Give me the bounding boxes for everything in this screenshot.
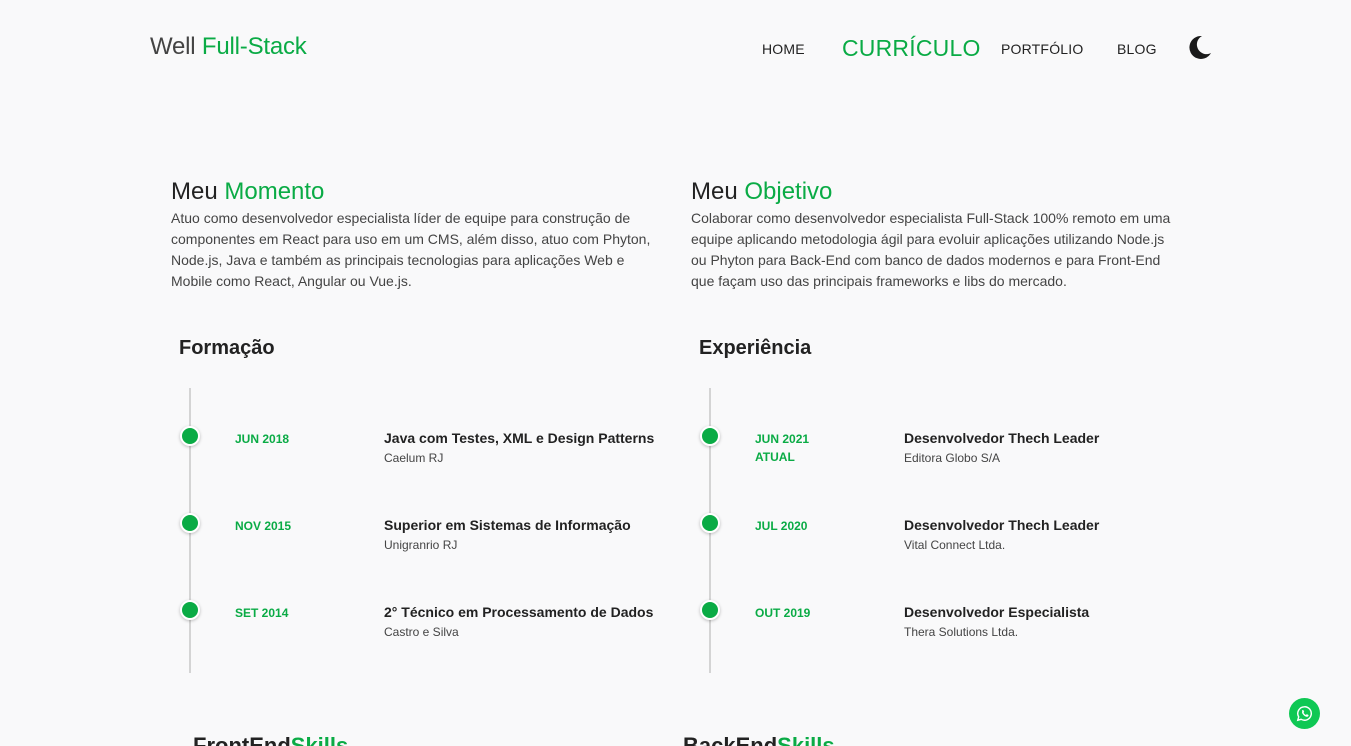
experience-role: Desenvolvedor Thech Leader <box>904 430 1100 446</box>
whatsapp-button[interactable] <box>1289 698 1320 729</box>
timeline-dot <box>700 426 720 446</box>
experience-item: JUL 2020 Desenvolvedor Thech Leader Vita… <box>691 475 1161 552</box>
experience-company: Thera Solutions Ltda. <box>904 625 1019 639</box>
frontend-skills-title: FrontEndSkills <box>193 733 348 746</box>
experience-role: Desenvolvedor Especialista <box>904 604 1090 620</box>
education-item: NOV 2015 Superior em Sistemas de Informa… <box>171 475 641 552</box>
education-title-text: Java com Testes, XML e Design Patterns <box>384 430 655 446</box>
education-title-text: Superior em Sistemas de Informação <box>384 517 631 533</box>
education-title-text: 2° Técnico em Processamento de Dados <box>384 604 654 620</box>
nav-portfolio[interactable]: PORTFÓLIO <box>1001 41 1083 57</box>
timeline-dot <box>180 600 200 620</box>
education-item: JUN 2018 Java com Testes, XML e Design P… <box>171 388 654 465</box>
education-date: JUN 2018 <box>235 432 290 446</box>
experience-date: JUN 2021 ATUAL <box>755 432 810 464</box>
objective-title: Meu Objetivo <box>691 178 1171 206</box>
experience-title: Experiência <box>699 337 812 359</box>
moment-title-prefix: Meu <box>171 178 218 205</box>
nav-curriculo[interactable]: CURRÍCULO <box>842 35 981 62</box>
experience-item: JUN 2021 ATUAL Desenvolvedor Thech Leader… <box>691 388 1161 465</box>
brand-prefix: Well <box>150 33 196 60</box>
objective-text: Colaborar como desenvolvedor especialist… <box>691 210 1171 289</box>
education-date: SET 2014 <box>235 606 289 620</box>
experience-item: OUT 2019 Desenvolvedor Especialista Ther… <box>691 562 1161 639</box>
objective-title-prefix: Meu <box>691 178 738 205</box>
education-title: Formação <box>179 337 275 359</box>
experience-date: JUL 2020 <box>755 519 808 533</box>
nav-home[interactable]: HOME <box>762 41 805 57</box>
experience-role: Desenvolvedor Thech Leader <box>904 517 1100 533</box>
education-timeline: JUN 2018 Java com Testes, XML e Design P… <box>171 388 654 673</box>
education-institution: Unigranrio RJ <box>384 538 458 552</box>
header: Well Full-Stack HOME CURRÍCULO PORTFÓLIO… <box>0 0 1351 96</box>
experience-timeline: JUN 2021 ATUAL Desenvolvedor Thech Leader… <box>691 388 1161 673</box>
moment-title-accent: Momento <box>224 178 325 205</box>
education-institution: Castro e Silva <box>384 625 459 639</box>
brand-accent: Full-Stack <box>201 33 307 60</box>
brand-logo[interactable]: Well Full-Stack <box>150 33 307 61</box>
timeline-dot <box>180 513 200 533</box>
experience-company: Editora Globo S/A <box>904 451 1001 465</box>
moment-text: Atuo como desenvolvedor especialista líd… <box>171 210 651 289</box>
objective-section: Meu Objetivo Colaborar como desenvolvedo… <box>691 178 1171 292</box>
education-institution: Caelum RJ <box>384 451 444 465</box>
education-date: NOV 2015 <box>235 519 292 533</box>
experience-company: Vital Connect Ltda. <box>904 538 1006 552</box>
timeline-dot <box>180 426 200 446</box>
moment-section: Meu Momento Atuo como desenvolvedor espe… <box>171 178 651 292</box>
moon-icon[interactable] <box>1186 34 1213 61</box>
backend-skills-prefix: BackEnd <box>683 733 778 746</box>
frontend-skills-prefix: FrontEnd <box>193 733 291 746</box>
nav-blog[interactable]: BLOG <box>1117 41 1157 57</box>
backend-skills-accent: Skills <box>777 733 835 746</box>
objective-title-accent: Objetivo <box>744 178 833 205</box>
backend-skills-title: BackEndSkills <box>683 733 835 746</box>
experience-date: OUT 2019 <box>755 606 811 620</box>
frontend-skills-accent: Skills <box>290 733 349 746</box>
education-item: SET 2014 2° Técnico em Processamento de … <box>171 562 653 639</box>
moment-title: Meu Momento <box>171 178 651 206</box>
timeline-dot <box>700 600 720 620</box>
whatsapp-icon <box>1296 706 1312 722</box>
timeline-dot <box>700 513 720 533</box>
